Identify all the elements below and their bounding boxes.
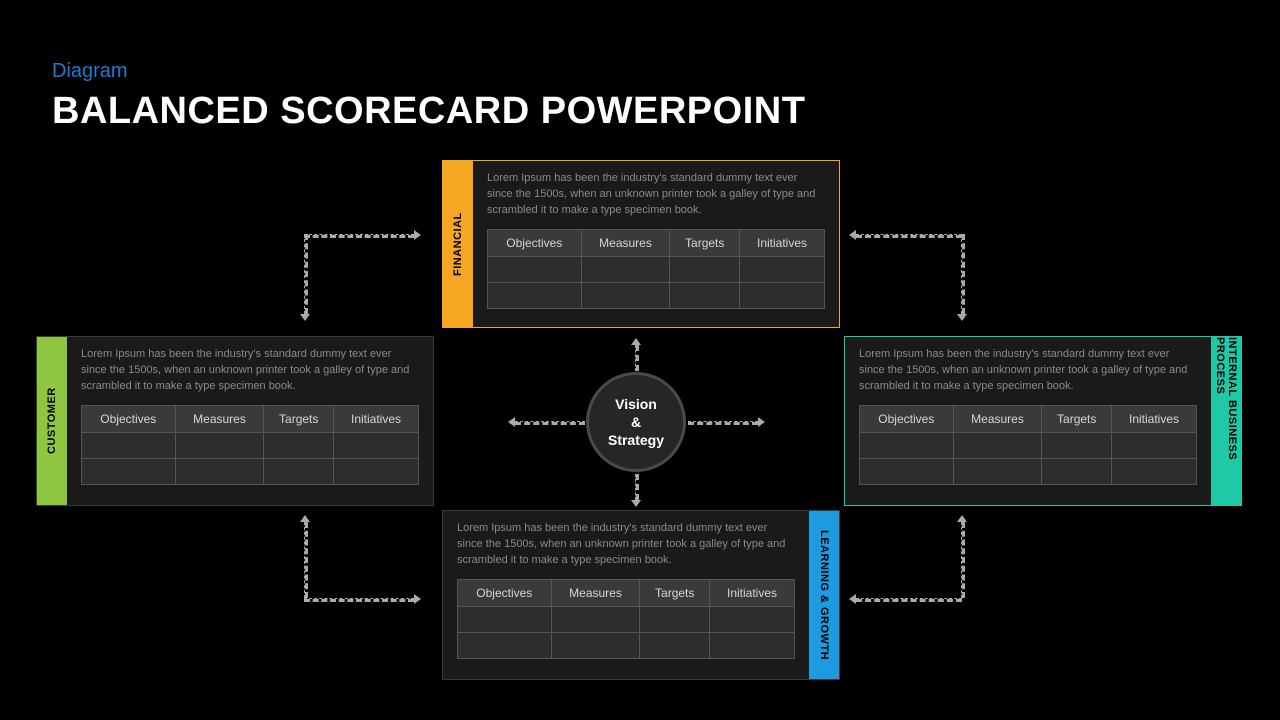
col-measures: Measures bbox=[551, 579, 640, 606]
col-initiatives: Initiatives bbox=[740, 229, 825, 256]
financial-panel: FINANCIAL Lorem Ipsum has been the indus… bbox=[442, 160, 840, 328]
hub-line2: & bbox=[631, 414, 641, 430]
hub-line3: Strategy bbox=[608, 432, 664, 448]
financial-desc: Lorem Ipsum has been the industry's stan… bbox=[487, 171, 825, 219]
internal-tab: INTERNAL BUSINESS PROCESS bbox=[1211, 337, 1241, 505]
col-initiatives: Initiatives bbox=[1112, 405, 1197, 432]
hub-text: Vision & Strategy bbox=[608, 395, 664, 450]
customer-desc: Lorem Ipsum has been the industry's stan… bbox=[81, 347, 419, 395]
col-targets: Targets bbox=[1042, 405, 1112, 432]
col-objectives: Objectives bbox=[860, 405, 954, 432]
customer-tab: CUSTOMER bbox=[37, 337, 67, 505]
col-targets: Targets bbox=[670, 229, 740, 256]
col-objectives: Objectives bbox=[458, 579, 552, 606]
customer-table: Objectives Measures Targets Initiatives bbox=[81, 405, 419, 485]
learning-panel: Lorem Ipsum has been the industry's stan… bbox=[442, 510, 840, 680]
slide: Diagram BALANCED SCORECARD POWERPOINT FI… bbox=[0, 0, 1280, 720]
col-objectives: Objectives bbox=[488, 229, 582, 256]
learning-table: Objectives Measures Targets Initiatives bbox=[457, 579, 795, 659]
learning-tab: LEARNING & GROWTH bbox=[809, 511, 839, 679]
col-initiatives: Initiatives bbox=[334, 405, 419, 432]
customer-content: Lorem Ipsum has been the industry's stan… bbox=[67, 337, 433, 505]
internal-content: Lorem Ipsum has been the industry's stan… bbox=[845, 337, 1211, 505]
financial-tab: FINANCIAL bbox=[443, 161, 473, 327]
learning-desc: Lorem Ipsum has been the industry's stan… bbox=[457, 521, 795, 569]
col-targets: Targets bbox=[264, 405, 334, 432]
internal-panel: Lorem Ipsum has been the industry's stan… bbox=[844, 336, 1242, 506]
learning-content: Lorem Ipsum has been the industry's stan… bbox=[443, 511, 809, 679]
hub-line1: Vision bbox=[615, 396, 657, 412]
col-measures: Measures bbox=[581, 229, 670, 256]
col-objectives: Objectives bbox=[82, 405, 176, 432]
col-measures: Measures bbox=[175, 405, 264, 432]
col-initiatives: Initiatives bbox=[710, 579, 795, 606]
vision-strategy-hub: Vision & Strategy bbox=[586, 372, 686, 472]
col-targets: Targets bbox=[640, 579, 710, 606]
internal-table: Objectives Measures Targets Initiatives bbox=[859, 405, 1197, 485]
financial-content: Lorem Ipsum has been the industry's stan… bbox=[473, 161, 839, 327]
col-measures: Measures bbox=[953, 405, 1042, 432]
slide-subtitle: Diagram bbox=[52, 60, 128, 83]
customer-panel: CUSTOMER Lorem Ipsum has been the indust… bbox=[36, 336, 434, 506]
internal-desc: Lorem Ipsum has been the industry's stan… bbox=[859, 347, 1197, 395]
slide-title: BALANCED SCORECARD POWERPOINT bbox=[52, 90, 805, 133]
financial-table: Objectives Measures Targets Initiatives bbox=[487, 229, 825, 309]
